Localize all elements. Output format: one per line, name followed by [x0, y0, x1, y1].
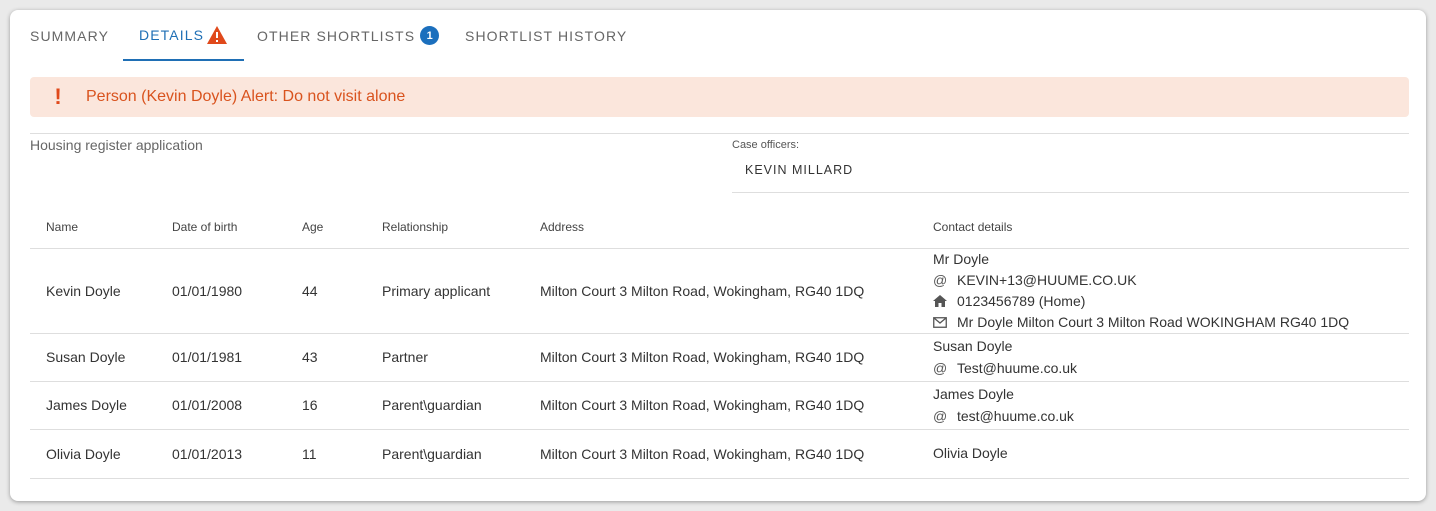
cell-age: 16 — [286, 381, 366, 430]
table-header-row: Name Date of birth Age Relationship Addr… — [30, 207, 1409, 249]
column-header-age: Age — [286, 207, 366, 249]
alert-message: Person (Kevin Doyle) Alert: Do not visit… — [86, 88, 406, 105]
at-icon: @ — [933, 272, 948, 288]
count-badge: 1 — [420, 26, 440, 45]
email-value: KEVIN+13@HUUME.CO.UK — [957, 272, 1137, 288]
at-icon: @ — [933, 407, 948, 424]
cell-address: Milton Court 3 Milton Road, Wokingham, R… — [524, 381, 917, 430]
column-header-address: Address — [524, 207, 917, 249]
person-alert-banner: ! Person (Kevin Doyle) Alert: Do not vis… — [30, 77, 1409, 117]
contact-email[interactable]: @ KEVIN+13@HUUME.CO.UK — [933, 270, 1409, 291]
divider — [732, 192, 1409, 193]
cell-name: Susan Doyle — [30, 333, 156, 382]
postal-value: Mr Doyle Milton Court 3 Milton Road WOKI… — [957, 314, 1350, 330]
cell-age: 43 — [286, 333, 366, 382]
at-icon: @ — [933, 359, 948, 376]
tab-other-shortlists-label: OTHER SHORTLISTS — [257, 27, 416, 44]
contact-name: Olivia Doyle — [933, 445, 1008, 461]
table-row[interactable]: Susan Doyle 01/01/1981 43 Partner Milton… — [30, 333, 1409, 382]
cell-age: 44 — [286, 248, 366, 334]
column-header-dob: Date of birth — [156, 207, 286, 249]
cell-contact: Mr Doyle @ KEVIN+13@HUUME.CO.UK 01234567… — [917, 248, 1409, 334]
tab-shortlist-history-label: SHORTLIST HISTORY — [465, 27, 628, 44]
mail-icon — [933, 316, 957, 328]
cell-contact: Susan Doyle @ Test@huume.co.uk — [917, 333, 1409, 382]
cell-address: Milton Court 3 Milton Road, Wokingham, R… — [524, 248, 917, 334]
contact-name: Susan Doyle — [933, 338, 1013, 354]
exclamation-icon: ! — [54, 84, 62, 109]
divider — [30, 133, 1409, 134]
table-row[interactable]: James Doyle 01/01/2008 16 Parent\guardia… — [30, 381, 1409, 430]
tab-details-label: DETAILS — [139, 26, 205, 43]
tab-other-shortlists[interactable]: OTHER SHORTLISTS 1 — [257, 10, 440, 61]
cell-name: Kevin Doyle — [30, 248, 156, 334]
home-icon — [933, 295, 957, 307]
tab-summary[interactable]: SUMMARY — [30, 10, 109, 61]
cell-contact: James Doyle @ test@huume.co.uk — [917, 381, 1409, 430]
case-officer-name: KEVIN MILLARD — [745, 163, 854, 177]
email-value: Test@huume.co.uk — [957, 359, 1078, 376]
case-officers-label: Case officers: — [732, 139, 800, 151]
cell-relationship: Primary applicant — [366, 248, 524, 334]
tab-summary-label: SUMMARY — [30, 27, 110, 44]
contact-email[interactable]: @ test@huume.co.uk — [933, 405, 1409, 426]
contact-postal[interactable]: Mr Doyle Milton Court 3 Milton Road WOKI… — [933, 312, 1409, 333]
household-members-table: Name Date of birth Age Relationship Addr… — [30, 207, 1409, 479]
cell-address: Milton Court 3 Milton Road, Wokingham, R… — [524, 333, 917, 382]
contact-phone[interactable]: 0123456789 (Home) — [933, 291, 1409, 312]
cell-relationship: Parent\guardian — [366, 381, 524, 430]
cell-dob: 01/01/2008 — [156, 381, 286, 430]
column-header-relationship: Relationship — [366, 207, 524, 249]
tab-shortlist-history[interactable]: SHORTLIST HISTORY — [465, 10, 627, 61]
cell-relationship: Partner — [366, 333, 524, 382]
cell-relationship: Parent\guardian — [366, 429, 524, 479]
email-value: test@huume.co.uk — [957, 407, 1074, 424]
application-title: Housing register application — [30, 137, 203, 153]
contact-name: Mr Doyle — [933, 250, 990, 267]
phone-value: 0123456789 (Home) — [957, 293, 1086, 309]
cell-name: Olivia Doyle — [30, 429, 156, 479]
cell-contact: Olivia Doyle — [917, 429, 1409, 479]
cell-dob: 01/01/1981 — [156, 333, 286, 382]
contact-name: James Doyle — [933, 386, 1014, 402]
cell-name: James Doyle — [30, 381, 156, 430]
column-header-contact: Contact details — [917, 207, 1409, 249]
table-row[interactable]: Kevin Doyle 01/01/1980 44 Primary applic… — [30, 248, 1409, 334]
cell-dob: 01/01/1980 — [156, 248, 286, 334]
warning-triangle-icon — [206, 25, 228, 45]
cell-age: 11 — [286, 429, 366, 479]
cell-dob: 01/01/2013 — [156, 429, 286, 479]
details-card: SUMMARY DETAILS OTHER SHORTLISTS 1 SHORT… — [10, 10, 1426, 501]
table-row[interactable]: Olivia Doyle 01/01/2013 11 Parent\guardi… — [30, 429, 1409, 479]
tab-details[interactable]: DETAILS — [123, 10, 245, 61]
contact-email[interactable]: @ Test@huume.co.uk — [933, 357, 1409, 378]
tab-bar: SUMMARY DETAILS OTHER SHORTLISTS 1 SHORT… — [10, 10, 1426, 62]
cell-address: Milton Court 3 Milton Road, Wokingham, R… — [524, 429, 917, 479]
column-header-name: Name — [30, 207, 156, 249]
